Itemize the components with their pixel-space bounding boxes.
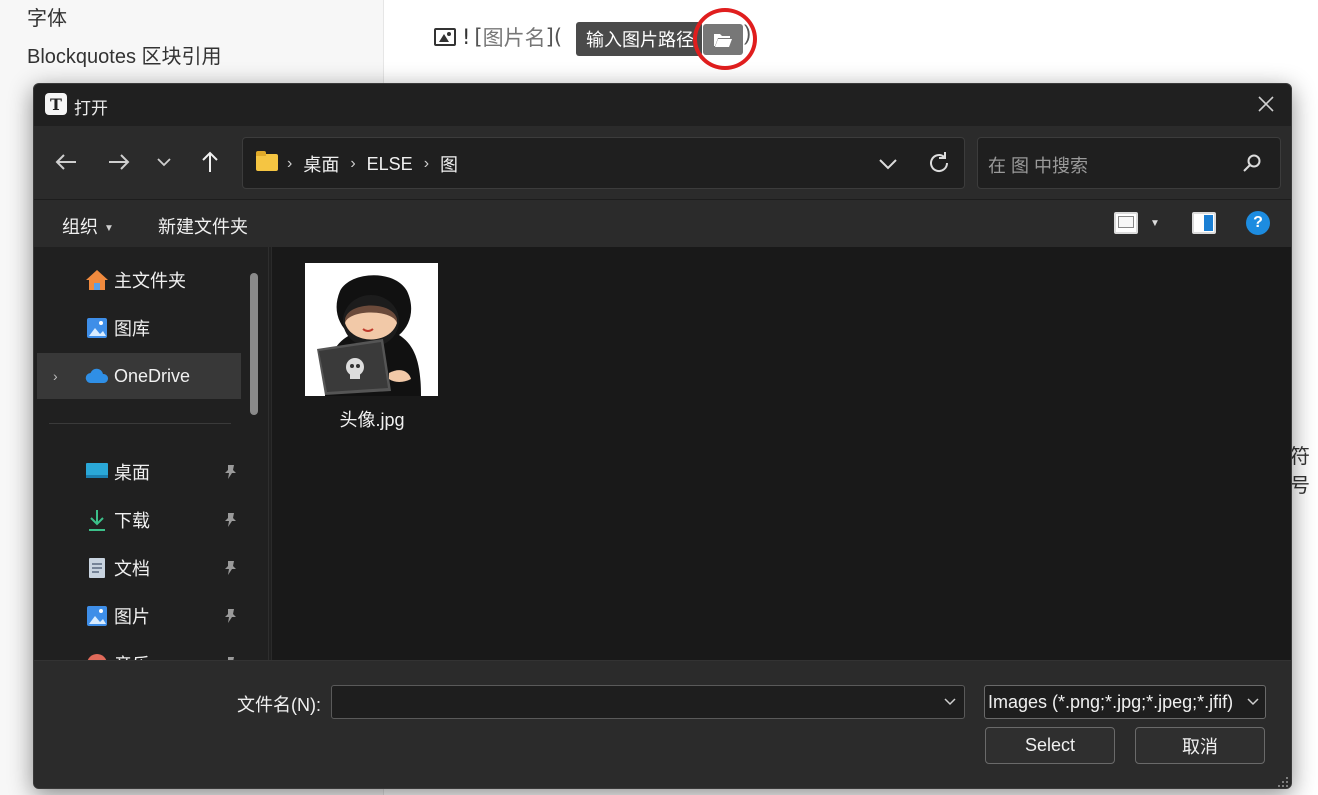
pin-icon[interactable]: [223, 608, 237, 624]
nav-item-home[interactable]: 主文件夹: [37, 257, 241, 303]
change-view-icon[interactable]: [1114, 212, 1138, 234]
dialog-footer: 文件名(N): Images (*.png;*.jpg;*.jpeg;*.jfi…: [34, 660, 1291, 788]
dialog-titlebar: T 打开: [34, 84, 1291, 126]
nav-label: 桌面: [114, 463, 150, 483]
nav-label: OneDrive: [114, 365, 191, 386]
nav-scrollbar-thumb[interactable]: [250, 273, 258, 415]
organize-menu[interactable]: 组织 ▼: [62, 213, 114, 239]
nav-label: 图片: [114, 607, 150, 627]
image-path-tooltip: 输入图片路径: [576, 22, 702, 56]
address-dropdown-icon[interactable]: [875, 152, 901, 176]
chevron-right-icon[interactable]: ›: [53, 368, 58, 384]
cancel-button[interactable]: 取消: [1135, 727, 1265, 764]
search-box[interactable]: 在 图 中搜索: [977, 137, 1281, 189]
resize-grip-icon[interactable]: [1277, 776, 1289, 788]
pin-icon[interactable]: [223, 464, 237, 480]
syntax-open-paren: (: [553, 25, 563, 49]
gallery-icon: [85, 316, 109, 340]
nav-item-onedrive[interactable]: › OneDrive: [37, 353, 241, 399]
caret-down-icon: ▼: [104, 222, 114, 234]
refresh-icon[interactable]: [926, 150, 952, 176]
address-bar[interactable]: › 桌面 › ELSE › 图: [242, 137, 965, 189]
outline-item-blockquotes[interactable]: Blockquotes 区块引用: [27, 40, 222, 69]
nav-divider: [49, 423, 231, 424]
file-type-filter[interactable]: Images (*.png;*.jpg;*.jpeg;*.jfif): [984, 685, 1266, 719]
image-alt-text[interactable]: 图片名: [483, 22, 546, 52]
pictures-icon: [85, 604, 109, 628]
navigation-bar: › 桌面 › ELSE › 图 在 图 中搜索: [34, 126, 1291, 199]
file-item[interactable]: 头像.jpg: [305, 263, 439, 433]
pin-icon[interactable]: [223, 512, 237, 528]
recent-locations-button[interactable]: [147, 145, 181, 179]
desktop-icon: [85, 460, 109, 484]
outline-item-fonts[interactable]: 字体: [27, 2, 67, 31]
file-list: 头像.jpg: [272, 247, 1291, 660]
nav-label: 主文件夹: [114, 271, 186, 291]
breadcrumb-else[interactable]: ELSE: [367, 154, 413, 175]
syntax-open-bracket: [: [474, 25, 483, 49]
organize-label: 组织: [62, 217, 98, 237]
navigation-pane: 主文件夹 图库 › OneDrive 桌面 下载 文档 图片: [34, 247, 272, 675]
preview-pane-icon[interactable]: [1192, 212, 1216, 234]
file-type-filter-value: Images (*.png;*.jpg;*.jpeg;*.jfif): [988, 692, 1234, 712]
cloud-icon: [85, 364, 109, 388]
folder-icon: [256, 151, 278, 171]
arrow-up-icon: [202, 151, 218, 172]
search-icon: [1243, 154, 1261, 172]
chevron-down-icon[interactable]: [942, 694, 958, 710]
nav-item-downloads[interactable]: 下载: [37, 497, 241, 543]
document-icon: [85, 556, 109, 580]
command-bar: 组织 ▼ 新建文件夹 ▼ ?: [34, 199, 1291, 247]
back-button[interactable]: [49, 145, 83, 179]
syntax-close-paren: ): [744, 22, 751, 45]
download-icon: [85, 508, 109, 532]
home-icon: [85, 268, 109, 292]
chevron-down-icon[interactable]: [1245, 694, 1261, 710]
nav-label: 图库: [114, 319, 150, 339]
nav-label: 下载: [114, 511, 150, 531]
arrow-right-icon: [109, 154, 130, 170]
syntax-close-bracket: ]: [545, 25, 554, 49]
filename-input[interactable]: [331, 685, 965, 719]
nav-item-desktop[interactable]: 桌面: [37, 449, 241, 495]
hacker-avatar-image: [305, 263, 438, 396]
arrow-left-icon: [55, 154, 76, 170]
new-folder-button[interactable]: 新建文件夹: [158, 213, 248, 239]
chevron-down-icon: [157, 158, 171, 167]
image-icon: [434, 28, 456, 46]
breadcrumb-desktop[interactable]: 桌面: [303, 151, 339, 177]
view-options-caret-icon[interactable]: ▼: [1150, 218, 1160, 229]
nav-item-documents[interactable]: 文档: [37, 545, 241, 591]
typora-app-icon: T: [45, 93, 67, 115]
nav-item-pictures[interactable]: 图片: [37, 593, 241, 639]
file-thumbnail: [305, 263, 438, 396]
partial-text: 符号: [1290, 446, 1310, 497]
file-name: 头像.jpg: [339, 410, 405, 430]
open-file-dialog: T 打开 › 桌面 › ELSE › 图 在 图 中搜索 组织 ▼ 新建文件夹 …: [33, 83, 1292, 789]
select-button[interactable]: Select: [985, 727, 1115, 764]
dialog-title: 打开: [74, 99, 108, 118]
pin-icon[interactable]: [223, 560, 237, 576]
nav-item-gallery[interactable]: 图库: [37, 305, 241, 351]
search-placeholder: 在 图 中搜索: [988, 156, 1089, 176]
up-button[interactable]: [193, 145, 227, 179]
forward-button[interactable]: [102, 145, 136, 179]
image-syntax: ! [ 图片名 ] (: [434, 22, 562, 52]
nav-label: 文档: [114, 559, 150, 579]
filename-label: 文件名(N):: [237, 695, 321, 715]
breadcrumb: › 桌面 › ELSE › 图: [287, 151, 458, 177]
help-icon[interactable]: ?: [1246, 211, 1270, 235]
breadcrumb-pictures[interactable]: 图: [440, 151, 458, 177]
nav-scrollbar-track: [268, 247, 269, 660]
close-icon[interactable]: [1255, 93, 1277, 115]
syntax-bang: !: [462, 25, 471, 49]
